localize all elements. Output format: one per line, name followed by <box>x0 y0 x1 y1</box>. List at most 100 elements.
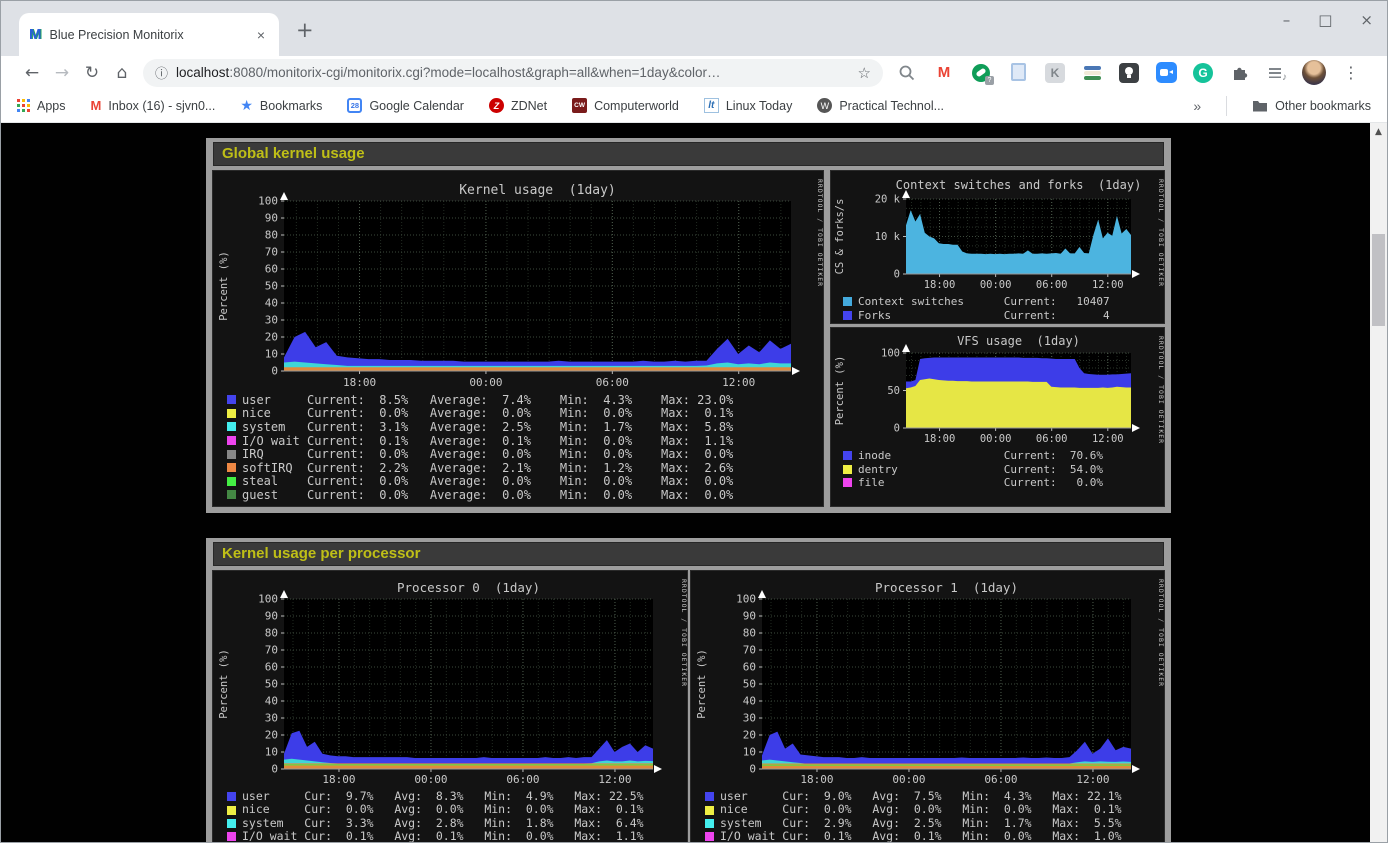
legend-row: softIRQ Current: 2.2% Average: 2.1% Min:… <box>227 461 733 475</box>
svg-text:06:00: 06:00 <box>984 773 1017 786</box>
vfs-usage-graph[interactable]: 05010018:0000:0006:0012:00VFS usage (1da… <box>831 328 1164 506</box>
minimize-icon[interactable]: – <box>1283 11 1291 29</box>
kernel-usage-graph[interactable]: 010203040506070809010018:0000:0006:0012:… <box>213 171 823 506</box>
copy-pages-icon[interactable] <box>1006 61 1030 85</box>
svg-text:40: 40 <box>265 695 278 708</box>
vfs-legend: inode Current: 70.6%dentry Current: 54.0… <box>843 449 1103 490</box>
vertical-scrollbar[interactable]: ▲ <box>1370 123 1387 842</box>
svg-text:00:00: 00:00 <box>469 376 502 389</box>
maximize-icon[interactable]: □ <box>1318 11 1332 29</box>
bookmark-item-linuxtoday[interactable]: lt Linux Today <box>704 98 793 113</box>
bookmark-item-zdnet[interactable]: Z ZDNet <box>489 98 547 113</box>
legend-row: IRQ Current: 0.0% Average: 0.0% Min: 0.0… <box>227 447 733 461</box>
apps-shortcut[interactable]: Apps <box>17 99 66 113</box>
legend-swatch <box>843 451 852 460</box>
bookmarks-separator <box>1226 96 1227 116</box>
window-close-icon[interactable]: × <box>1360 11 1373 29</box>
svg-text:00:00: 00:00 <box>980 433 1012 445</box>
legend-text: softIRQ Current: 2.2% Average: 2.1% Min:… <box>242 462 733 474</box>
chrome-menu-icon[interactable]: ⋮ <box>1339 61 1363 85</box>
svg-text:0: 0 <box>894 269 900 281</box>
legend-swatch <box>227 436 236 445</box>
legend-text: I/O wait Current: 0.1% Average: 0.1% Min… <box>242 435 733 447</box>
processor-1-graph[interactable]: 010203040506070809010018:0000:0006:0012:… <box>691 571 1164 842</box>
bookmarks-overflow-icon[interactable]: » <box>1193 98 1201 114</box>
profile-avatar[interactable] <box>1302 61 1326 85</box>
section-kernel-usage-per-processor: Kernel usage per processor 0102030405060… <box>206 538 1171 842</box>
zoom-extension-icon[interactable] <box>1154 61 1178 85</box>
bookmark-label: Practical Technol... <box>839 99 944 113</box>
bookmark-item-bookmarks[interactable]: ★ Bookmarks <box>240 97 322 114</box>
svg-text:40: 40 <box>265 297 278 310</box>
svg-text:00:00: 00:00 <box>414 773 447 786</box>
legend-swatch <box>705 806 714 815</box>
legend-swatch <box>227 395 236 404</box>
svg-text:RRDTOOL / TOBI OETIKER: RRDTOOL / TOBI OETIKER <box>1157 579 1164 687</box>
browser-tab[interactable]: M Blue Precision Monitorix × <box>19 13 279 56</box>
page-info-icon[interactable]: ⓘ <box>155 63 168 82</box>
search-extension-icon[interactable] <box>895 61 919 85</box>
scrollbar-up-arrow-icon[interactable]: ▲ <box>1370 123 1387 137</box>
svg-text:18:00: 18:00 <box>924 279 956 291</box>
svg-text:10: 10 <box>265 746 278 759</box>
legend-text: file Current: 0.0% <box>858 477 1103 488</box>
stack-extension-icon[interactable] <box>1080 61 1104 85</box>
svg-text:10 k: 10 k <box>875 231 901 243</box>
bookmark-label: Apps <box>37 99 66 113</box>
pages-icon <box>1015 66 1026 80</box>
tab-close-icon[interactable]: × <box>253 27 269 43</box>
legend-text: user Cur: 9.0% Avg: 7.5% Min: 4.3% Max: … <box>720 791 1122 803</box>
svg-text:70: 70 <box>265 246 278 259</box>
reload-icon[interactable]: ↻ <box>77 63 107 83</box>
k-extension-icon[interactable]: K <box>1043 61 1067 85</box>
bookmark-item-practical-tech[interactable]: W Practical Technol... <box>817 98 944 113</box>
legend-swatch <box>227 450 236 459</box>
bookmark-star-icon[interactable]: ☆ <box>858 64 871 82</box>
legend-row: dentry Current: 54.0% <box>843 463 1103 477</box>
bookmark-item-calendar[interactable]: 28 Google Calendar <box>347 98 464 113</box>
svg-text:06:00: 06:00 <box>506 773 539 786</box>
home-icon[interactable]: ⌂ <box>107 63 137 83</box>
legend-row: steal Current: 0.0% Average: 0.0% Min: 0… <box>227 475 733 489</box>
legend-row: guest Current: 0.0% Average: 0.0% Min: 0… <box>227 488 733 502</box>
url-bar[interactable]: ⓘ localhost:8080/monitorix-cgi/monitorix… <box>143 59 883 87</box>
bookmark-label: Inbox (16) - sjvn0... <box>108 99 215 113</box>
legend-text: I/O wait Cur: 0.1% Avg: 0.1% Min: 0.0% M… <box>720 831 1122 842</box>
svg-text:06:00: 06:00 <box>1036 279 1068 291</box>
other-bookmarks-button[interactable]: Other bookmarks <box>1252 99 1371 113</box>
forward-icon[interactable]: → <box>47 63 77 83</box>
legend-swatch <box>227 806 236 815</box>
svg-text:Context switches and forks (1: Context switches and forks (1day) <box>896 178 1142 192</box>
extensions-toolbar: M K G ♪ ⋮ <box>895 61 1363 85</box>
grammarly-icon[interactable]: G <box>1191 61 1215 85</box>
extensions-puzzle-icon[interactable] <box>1228 61 1252 85</box>
legend-text: nice Cur: 0.0% Avg: 0.0% Min: 0.0% Max: … <box>720 804 1122 816</box>
svg-text:VFS usage (1day): VFS usage (1day) <box>957 334 1080 348</box>
new-tab-button[interactable]: + <box>296 18 314 42</box>
legend-swatch <box>843 465 852 474</box>
svg-text:20: 20 <box>265 729 278 742</box>
legend-row: I/O wait Cur: 0.1% Avg: 0.1% Min: 0.0% M… <box>705 830 1122 842</box>
svg-text:100: 100 <box>736 593 756 606</box>
lamp-extension-icon[interactable] <box>1117 61 1141 85</box>
scrollbar-thumb[interactable] <box>1372 234 1385 326</box>
gmail-icon[interactable]: M <box>932 61 956 85</box>
svg-text:70: 70 <box>743 644 756 657</box>
k-letter: K <box>1045 63 1065 83</box>
svg-text:50: 50 <box>265 678 278 691</box>
legend-text: nice Current: 0.0% Average: 0.0% Min: 0.… <box>242 407 733 419</box>
bookmark-label: Other bookmarks <box>1275 99 1371 113</box>
legend-row: nice Cur: 0.0% Avg: 0.0% Min: 0.0% Max: … <box>227 803 644 816</box>
google-voice-icon[interactable] <box>969 61 993 85</box>
context-switches-graph[interactable]: 010 k20 k18:0000:0006:0012:00Context swi… <box>831 171 1164 323</box>
media-playlist-icon[interactable]: ♪ <box>1265 61 1289 85</box>
bookmark-item-inbox[interactable]: M Inbox (16) - sjvn0... <box>91 98 216 113</box>
back-icon[interactable]: ← <box>17 63 47 83</box>
bookmark-item-computerworld[interactable]: CW Computerworld <box>572 98 679 113</box>
svg-text:80: 80 <box>265 229 278 242</box>
svg-text:12:00: 12:00 <box>1076 773 1109 786</box>
kernel-legend: user Current: 8.5% Average: 7.4% Min: 4.… <box>227 393 733 502</box>
svg-text:RRDTOOL / TOBI OETIKER: RRDTOOL / TOBI OETIKER <box>1157 336 1164 444</box>
processor-0-graph[interactable]: 010203040506070809010018:0000:0006:0012:… <box>213 571 687 842</box>
wordpress-icon: W <box>817 98 832 113</box>
